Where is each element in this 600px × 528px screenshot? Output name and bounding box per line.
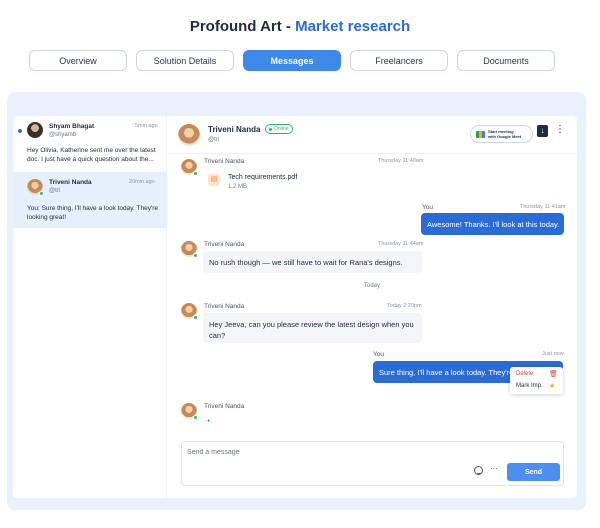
typing-indicator: ·•·: [204, 418, 215, 425]
conversation-item-selected[interactable]: Triveni Nanda @tri 20min ago You: Sure t…: [13, 172, 167, 228]
message-time: Thursday 11:40am: [378, 158, 424, 164]
online-indicator: [193, 415, 198, 420]
message-sender: You: [373, 351, 384, 358]
message-sender: Triveni Nanda: [204, 158, 245, 165]
google-meet-icon: [476, 130, 485, 138]
mark-important-menu-item[interactable]: Mark Imp.: [516, 383, 543, 389]
contact-name: Triveni Nanda: [208, 125, 261, 134]
message-time: Thursday 11:44am: [378, 241, 424, 247]
incoming-message[interactable]: Hey Jeeva, can you please review the lat…: [203, 313, 422, 343]
unread-indicator: [18, 129, 22, 133]
project-title: Profound Art: [189, 18, 282, 35]
emoji-icon[interactable]: [474, 466, 483, 475]
trash-icon[interactable]: 🗑: [549, 370, 558, 378]
conversation-list: Shyam Bhagat @shyamb 5min ago Hey Olivia…: [13, 116, 167, 498]
conversation-name: Triveni Nanda: [49, 179, 92, 186]
avatar: [27, 122, 43, 138]
online-indicator: [39, 191, 44, 196]
tab-messages[interactable]: Messages: [243, 50, 341, 71]
send-button[interactable]: Send: [507, 463, 560, 481]
online-indicator: [193, 253, 198, 258]
star-icon[interactable]: ★: [549, 382, 555, 390]
more-options-icon[interactable]: ⋮: [555, 124, 565, 135]
online-indicator: [193, 171, 198, 176]
incoming-message[interactable]: No rush though — we still have to wait f…: [203, 251, 422, 273]
contact-avatar: [178, 124, 200, 146]
date-divider: Today: [364, 283, 381, 289]
google-meet-label-line2: with Google Meet: [488, 134, 522, 139]
google-meet-button[interactable]: Start meeting with Google Meet: [470, 125, 533, 143]
conversation-time: 20min ago: [129, 179, 155, 185]
online-status-badge: Online: [265, 124, 294, 134]
conversation-preview: Hey Olivia, Katherine sent me over the l…: [27, 147, 156, 163]
message-sender: Triveni Nanda: [204, 241, 245, 248]
message-time: Just now: [542, 351, 564, 357]
message-context-menu: Delete 🗑 Mark Imp. ★: [510, 367, 563, 394]
tab-overview[interactable]: Overview: [29, 50, 127, 71]
tab-bar: Overview Solution Details Messages Freel…: [29, 50, 555, 71]
file-icon: ▤: [208, 174, 220, 186]
tab-documents[interactable]: Documents: [457, 50, 555, 71]
more-icon[interactable]: ···: [490, 464, 498, 473]
message-composer: ··· Send: [181, 441, 564, 486]
conversation-item[interactable]: Shyam Bhagat @shyamb 5min ago Hey Olivia…: [13, 116, 167, 172]
title-separator: -: [281, 18, 296, 35]
conversation-preview: You: Sure thing, I'll have a look today.…: [27, 205, 158, 221]
download-icon[interactable]: ↓: [537, 125, 548, 137]
tab-freelancers[interactable]: Freelancers: [350, 50, 448, 71]
page-title: Profound Art - Market research: [0, 18, 600, 35]
message-time: Thursday 11:41am: [520, 204, 566, 210]
message-sender: You: [422, 204, 433, 211]
file-size: 1.2 MB: [228, 184, 248, 190]
conversation-handle: @shyamb: [49, 132, 77, 138]
delete-menu-item[interactable]: Delete: [516, 371, 533, 377]
conversation-handle: @tri: [49, 188, 61, 194]
project-subtitle: Market research: [295, 18, 411, 35]
file-name: Tech requirements.pdf: [228, 174, 298, 181]
message-sender: Triveni Nanda: [204, 303, 245, 310]
message-time: Today 2:20pm: [387, 303, 422, 309]
contact-handle: @tri: [208, 137, 220, 143]
online-indicator: [193, 315, 198, 320]
google-meet-label: Start meeting with Google Meet: [488, 129, 521, 139]
outgoing-message[interactable]: Awesome! Thanks. I'll look at this today…: [421, 213, 564, 235]
message-input[interactable]: [187, 446, 467, 458]
message-sender: Triveni Nanda: [204, 403, 245, 410]
conversation-name: Shyam Bhagat: [49, 123, 95, 130]
tab-solution-details[interactable]: Solution Details: [136, 50, 234, 71]
chat-header: Triveni Nanda Online @tri Start meeting w…: [168, 116, 577, 154]
conversation-time: 5min ago: [135, 123, 158, 129]
